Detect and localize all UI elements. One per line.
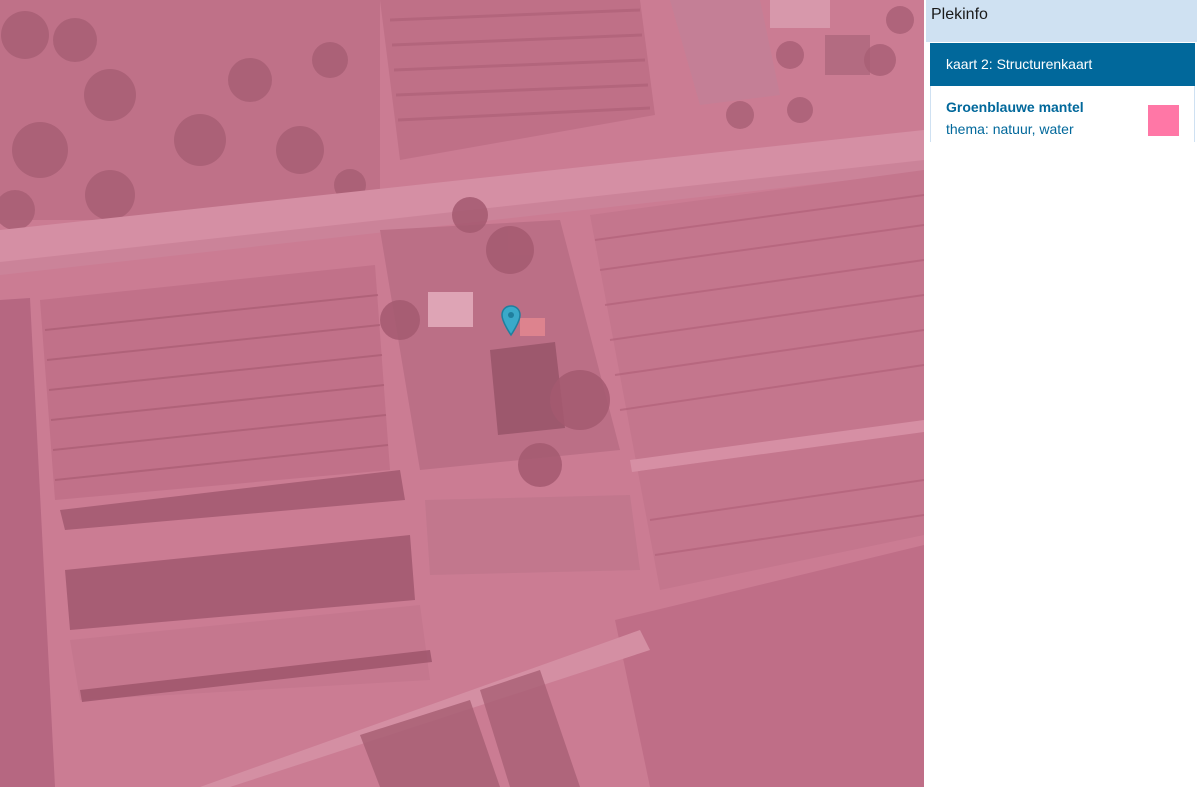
legend-swatch	[1148, 105, 1179, 136]
tab-label: kaart 2: Structurenkaart	[946, 56, 1093, 72]
tab-structurenkaart[interactable]: kaart 2: Structurenkaart	[930, 43, 1195, 86]
plekinfo-panel: Plekinfo kaart 2: Structurenkaart Groenb…	[924, 0, 1199, 787]
panel-title: Plekinfo	[931, 6, 988, 23]
item-name: Groenblauwe mantel	[946, 99, 1084, 115]
location-marker-icon[interactable]	[500, 305, 522, 337]
aerial-map[interactable]	[0, 0, 924, 787]
panel-header: Plekinfo	[926, 0, 1197, 42]
info-item-groenblauwe-mantel[interactable]: Groenblauwe mantel thema: natuur, water	[930, 86, 1195, 142]
aerial-map-imagery	[0, 0, 924, 787]
item-theme: thema: natuur, water	[946, 121, 1074, 137]
